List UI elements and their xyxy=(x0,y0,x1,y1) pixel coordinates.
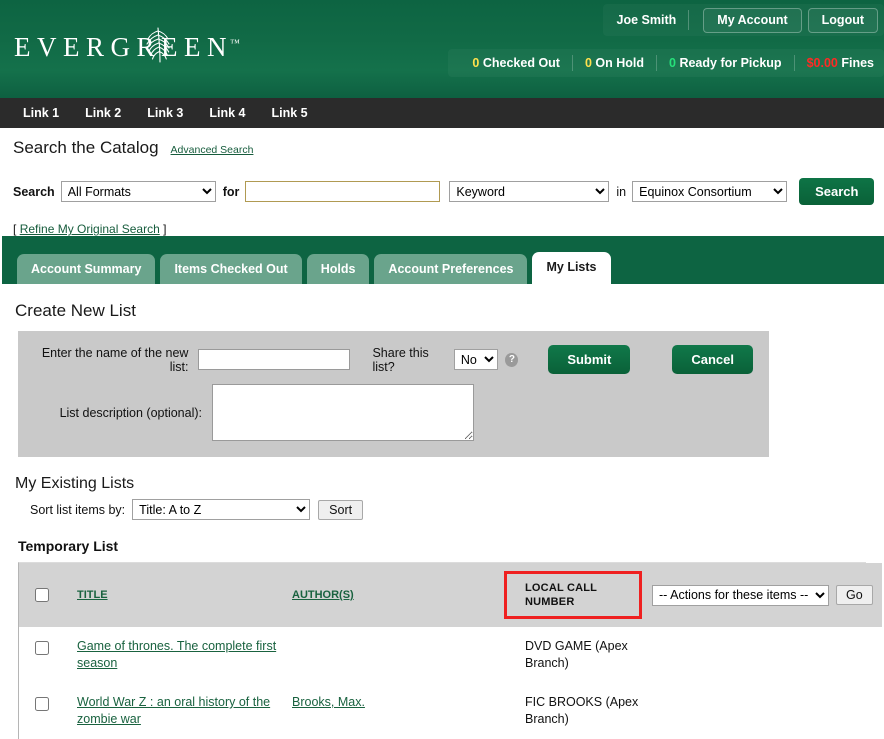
account-tabstrip: Account Summary Items Checked Out Holds … xyxy=(2,236,884,284)
create-new-list-form: Enter the name of the new list: Share th… xyxy=(18,331,769,457)
nav-link-5[interactable]: Link 5 xyxy=(259,98,321,128)
actions-cell: -- Actions for these items -- Go xyxy=(652,584,882,606)
search-label: Search xyxy=(13,184,55,199)
search-for-label: for xyxy=(222,184,240,199)
list-name-input[interactable] xyxy=(198,349,351,370)
row-author-link[interactable]: Brooks, Max. xyxy=(292,695,365,709)
row-select-cell xyxy=(19,627,77,683)
ready-for-pickup-count: 0 xyxy=(669,56,676,70)
search-query-input[interactable] xyxy=(245,181,441,202)
my-existing-lists-heading: My Existing Lists xyxy=(15,475,135,492)
submit-button[interactable]: Submit xyxy=(548,345,631,374)
list-description-label: List description (optional): xyxy=(59,405,202,420)
nav-link-2[interactable]: Link 2 xyxy=(72,98,134,128)
refine-bracket-open: [ xyxy=(13,222,17,236)
table-body: Game of thrones. The complete first seas… xyxy=(19,627,882,739)
refine-search-row: [ Refine My Original Search ] xyxy=(0,222,884,236)
logo-wordmark: EVERGREEN™ xyxy=(14,26,240,63)
row-call-number-cell: DVD GAME (Apex Branch) xyxy=(525,639,628,670)
status-checked-out[interactable]: 0 Checked Out xyxy=(460,55,573,71)
search-library-select[interactable]: Equinox Consortium xyxy=(632,181,788,202)
tab-account-summary[interactable]: Account Summary xyxy=(17,254,156,284)
tab-holds[interactable]: Holds xyxy=(306,254,370,284)
title-column-header: TITLE xyxy=(77,563,292,627)
checked-out-count: 0 xyxy=(472,56,480,70)
sort-order-select[interactable]: Title: A to Z xyxy=(132,499,311,520)
logo-trademark: ™ xyxy=(229,37,240,49)
tab-account-preferences[interactable]: Account Preferences xyxy=(374,254,528,284)
list-description-textarea[interactable] xyxy=(212,384,474,441)
sort-list-items-label: Sort list items by: xyxy=(30,502,126,517)
status-on-hold[interactable]: 0 On Hold xyxy=(573,55,658,71)
list-name-row: Enter the name of the new list: Share th… xyxy=(34,345,754,374)
evergreen-logo[interactable]: EVERGREEN™ xyxy=(14,26,240,68)
fines-amount: $0.00 xyxy=(806,56,838,70)
site-header: EVERGREEN™ Joe Smith My Account Logout 0… xyxy=(0,0,884,98)
status-ready-for-pickup[interactable]: 0 Ready for Pickup xyxy=(657,55,795,71)
bulk-actions-select[interactable]: -- Actions for these items -- xyxy=(652,584,829,606)
create-new-list-heading: Create New List xyxy=(15,301,136,320)
table-row: Game of thrones. The complete first seas… xyxy=(19,627,882,683)
logout-button[interactable]: Logout xyxy=(807,7,878,33)
row-checkbox[interactable] xyxy=(35,641,49,655)
my-account-button[interactable]: My Account xyxy=(703,7,802,33)
title-sort-link[interactable]: TITLE xyxy=(77,589,108,601)
account-toolbar: Joe Smith My Account Logout xyxy=(603,4,884,36)
search-in-label: in xyxy=(616,184,627,199)
local-call-number-highlight-box: LOCAL CALL NUMBER xyxy=(504,571,642,619)
row-title-link[interactable]: Game of thrones. The complete first seas… xyxy=(77,639,276,670)
row-title-link[interactable]: World War Z : an oral history of the zom… xyxy=(77,695,270,726)
list-items-table-wrapper: TITLE AUTHOR(S) LOCAL CALL NUMBER -- Act… xyxy=(18,562,882,739)
row-actions-cell xyxy=(652,627,882,683)
search-title-row: Search the Catalog Advanced Search xyxy=(0,138,884,158)
table-header: TITLE AUTHOR(S) LOCAL CALL NUMBER -- Act… xyxy=(19,563,882,627)
row-checkbox[interactable] xyxy=(35,697,49,711)
checked-out-label: Checked Out xyxy=(482,56,560,70)
sort-controls-row: Sort list items by: Title: A to Z Sort xyxy=(30,499,884,520)
local-call-number-column-header: LOCAL CALL NUMBER xyxy=(504,563,652,627)
list-description-row: List description (optional): xyxy=(34,384,753,441)
actions-column-header: -- Actions for these items -- Go xyxy=(652,563,882,627)
search-controls-row: Search All Formats for Keyword in Equino… xyxy=(0,178,884,205)
search-field-select[interactable]: Keyword xyxy=(449,181,610,202)
sort-button[interactable]: Sort xyxy=(318,499,364,520)
share-list-label: Share this list? xyxy=(372,345,429,374)
cancel-button[interactable]: Cancel xyxy=(672,345,754,374)
select-all-checkbox[interactable] xyxy=(35,588,49,602)
search-format-select[interactable]: All Formats xyxy=(60,181,216,202)
account-status-bar: 0 Checked Out 0 On Hold 0 Ready for Pick… xyxy=(448,49,884,77)
nav-link-4[interactable]: Link 4 xyxy=(196,98,258,128)
search-catalog-heading: Search the Catalog xyxy=(13,138,159,157)
authors-sort-link[interactable]: AUTHOR(S) xyxy=(292,589,354,601)
go-button[interactable]: Go xyxy=(836,585,873,605)
nav-link-1[interactable]: Link 1 xyxy=(10,98,72,128)
select-all-header xyxy=(19,563,77,627)
tab-items-checked-out[interactable]: Items Checked Out xyxy=(160,254,302,284)
list-items-table: TITLE AUTHOR(S) LOCAL CALL NUMBER -- Act… xyxy=(19,563,882,739)
question-mark-icon[interactable]: ? xyxy=(505,352,519,367)
advanced-search-link[interactable]: Advanced Search xyxy=(171,144,254,156)
status-fines[interactable]: $0.00 Fines xyxy=(795,55,880,71)
on-hold-label: On Hold xyxy=(595,56,645,70)
tab-my-lists[interactable]: My Lists xyxy=(532,252,611,284)
refine-original-search-link[interactable]: Refine My Original Search xyxy=(20,222,160,236)
on-hold-count: 0 xyxy=(584,56,592,70)
catalog-search-panel: Search the Catalog Advanced Search Searc… xyxy=(0,128,884,236)
temporary-list-heading: Temporary List xyxy=(18,538,119,554)
fines-label: Fines xyxy=(841,56,874,70)
share-list-select[interactable]: No xyxy=(453,349,499,370)
row-author-cell xyxy=(292,627,507,683)
list-name-label: Enter the name of the new list: xyxy=(41,345,189,374)
authors-column-header: AUTHOR(S) xyxy=(292,563,507,627)
table-header-row: TITLE AUTHOR(S) LOCAL CALL NUMBER -- Act… xyxy=(19,563,882,627)
refine-bracket-close: ] xyxy=(163,222,167,236)
logo-text: EVERGREEN xyxy=(14,31,233,62)
logged-in-username: Joe Smith xyxy=(613,10,690,30)
global-link-bar: Link 1 Link 2 Link 3 Link 4 Link 5 xyxy=(0,98,884,128)
row-title-cell: Game of thrones. The complete first seas… xyxy=(77,627,292,683)
my-lists-content: Create New List Enter the name of the ne… xyxy=(0,301,884,739)
search-submit-button[interactable]: Search xyxy=(799,178,875,205)
nav-link-3[interactable]: Link 3 xyxy=(134,98,196,128)
ready-for-pickup-label: Ready for Pickup xyxy=(679,56,782,70)
